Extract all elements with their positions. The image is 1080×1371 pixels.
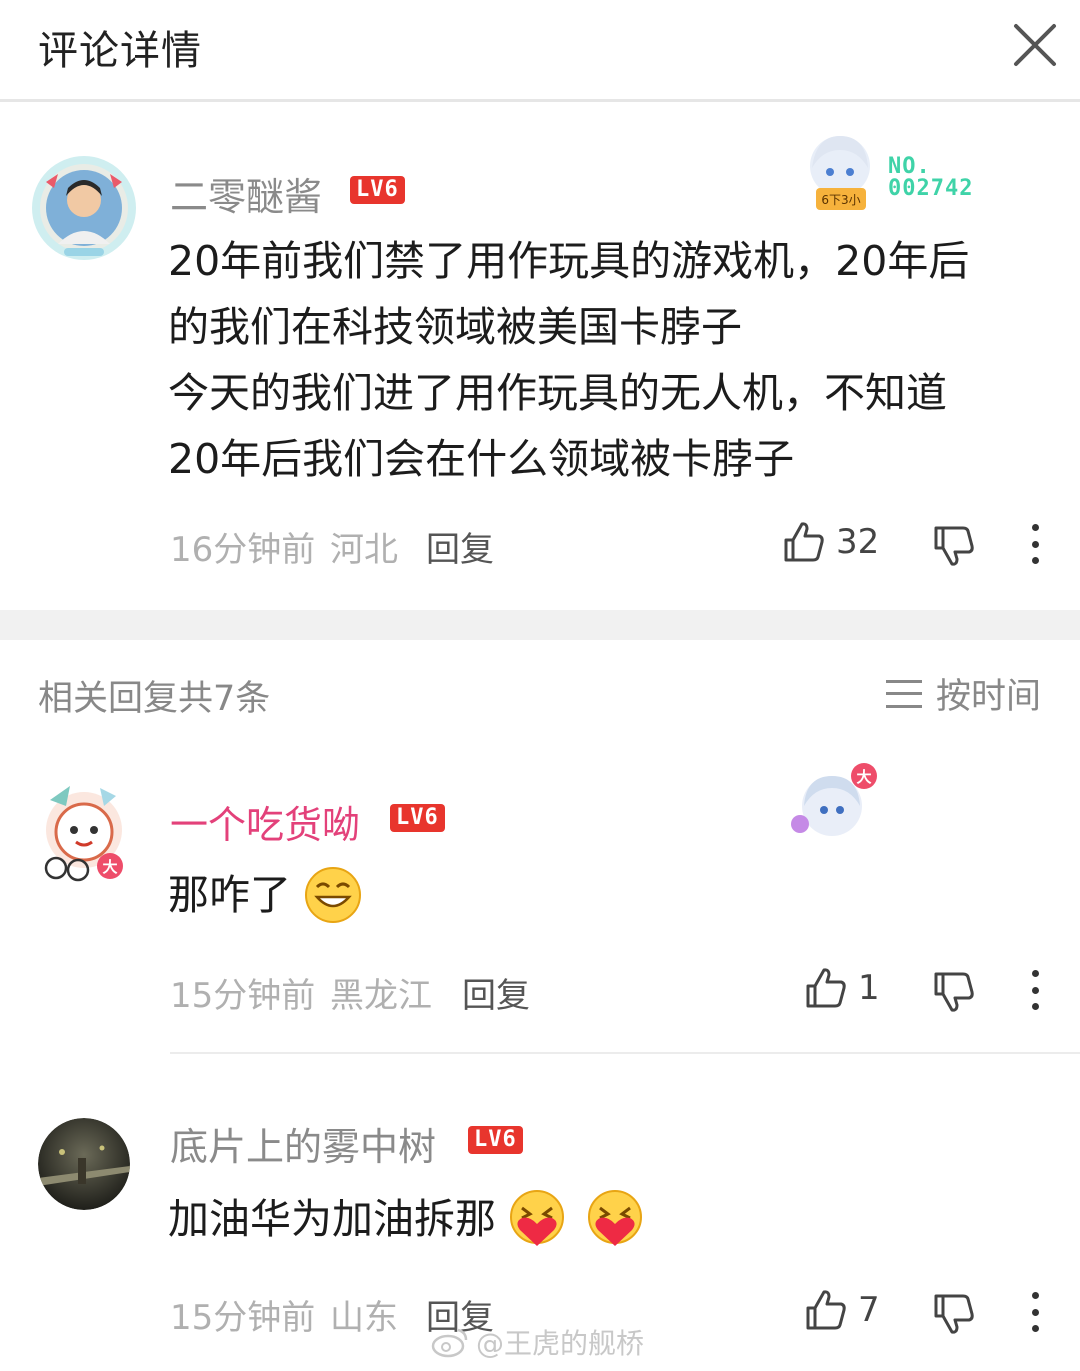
like-count: 7 <box>858 1290 880 1330</box>
level-badge: LV6 <box>350 176 405 204</box>
sort-label: 按时间 <box>936 677 1042 717</box>
more-options-icon[interactable] <box>1028 1292 1042 1332</box>
replies-header: 相关回复共7条 按时间 <box>0 640 1080 740</box>
reply-text: 那咋了 <box>168 862 363 928</box>
reply-username[interactable]: 一个吃货呦 <box>170 794 360 849</box>
more-options-icon[interactable] <box>1028 524 1042 564</box>
comment-line: 的我们在科技领域被美国卡脖子 <box>168 303 742 351</box>
heart-hug-emoji-icon <box>510 1190 564 1246</box>
grin-emoji-icon <box>305 867 361 923</box>
avatar-badge-text: 大 <box>102 858 117 876</box>
avatar-frame[interactable]: 大 <box>36 780 132 884</box>
level-badge: LV6 <box>390 804 445 832</box>
reply-location: 山东 <box>330 1298 398 1338</box>
comment-line: 20年前我们禁了用作玩具的游戏机，20年后 <box>168 237 970 285</box>
thumbs-up-icon <box>806 1290 846 1330</box>
section-divider <box>0 610 1080 640</box>
like-button[interactable]: 32 <box>782 520 879 564</box>
reply-location: 黑龙江 <box>330 976 432 1016</box>
fan-number: NO. 002742 <box>888 154 974 201</box>
fan-badge-icon: 大 <box>791 763 877 836</box>
comment-text: 20年前我们禁了用作玩具的游戏机，20年后 的我们在科技领域被美国卡脖子 今天的… <box>168 228 1058 492</box>
thumbs-down-icon[interactable] <box>932 524 976 568</box>
thumbs-down-icon[interactable] <box>932 1292 976 1336</box>
close-icon[interactable] <box>1008 18 1062 72</box>
badge-card-text: 6下3小 <box>821 193 860 207</box>
watermark: @王虎的舰桥 <box>430 1322 644 1362</box>
reply-username[interactable]: 底片上的雾中树 <box>170 1116 436 1171</box>
like-button[interactable]: 7 <box>804 1288 880 1332</box>
reply-text-content: 加油华为加油拆那 <box>168 1195 496 1243</box>
reply-time: 15分钟前 <box>170 976 316 1016</box>
reply-text-content: 那咋了 <box>168 871 291 919</box>
page-title: 评论详情 <box>38 28 202 74</box>
watermark-text: @王虎的舰桥 <box>476 1327 645 1360</box>
reply-count-label: 相关回复共7条 <box>38 679 271 719</box>
fan-badge-text: 大 <box>856 768 871 786</box>
avatar[interactable] <box>38 1118 130 1210</box>
comment-line: 20年后我们会在什么领域被卡脖子 <box>168 435 795 483</box>
thumbs-up-icon <box>784 522 824 562</box>
reply-text: 加油华为加油拆那 <box>168 1186 646 1252</box>
avatar: 大 <box>44 786 123 882</box>
like-count: 32 <box>836 522 880 562</box>
sort-icon <box>886 679 922 708</box>
level-badge: LV6 <box>468 1126 523 1154</box>
weibo-logo-icon <box>431 1328 468 1358</box>
comment-username[interactable]: 二零醚酱 <box>170 166 322 221</box>
like-button[interactable]: 1 <box>804 966 880 1010</box>
sort-toggle[interactable]: 按时间 <box>886 668 1041 719</box>
comment-line: 今天的我们进了用作玩具的无人机，不知道 <box>168 369 947 417</box>
avatar-frame[interactable] <box>28 152 140 264</box>
fan-badge: 6下3小 <box>796 128 886 220</box>
avatar <box>32 156 136 260</box>
comment-location: 河北 <box>330 530 398 570</box>
thumbs-up-icon <box>806 968 846 1008</box>
reply-button[interactable]: 回复 <box>426 522 494 571</box>
reply-time: 15分钟前 <box>170 1298 316 1338</box>
reply-button[interactable]: 回复 <box>462 968 530 1017</box>
comment-time: 16分钟前 <box>170 530 316 570</box>
heart-hug-emoji-icon <box>588 1190 642 1246</box>
anime-girl-icon: 6下3小 <box>810 136 870 210</box>
more-options-icon[interactable] <box>1028 970 1042 1010</box>
top-bar: 评论详情 <box>0 0 1080 102</box>
reply-divider <box>170 1052 1080 1054</box>
thumbs-down-icon[interactable] <box>932 970 976 1014</box>
like-count: 1 <box>858 968 880 1008</box>
